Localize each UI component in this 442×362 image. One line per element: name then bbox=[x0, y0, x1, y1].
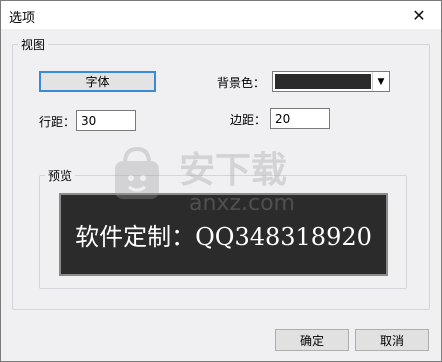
close-icon: ✕ bbox=[412, 5, 426, 25]
background-color-label: 背景色： bbox=[217, 76, 266, 90]
preview-text: 软件定制：QQ348318920 bbox=[75, 223, 372, 251]
ok-button-label: 确定 bbox=[299, 333, 324, 348]
close-button[interactable]: ✕ bbox=[397, 1, 441, 29]
preview-box: 软件定制：QQ348318920 bbox=[59, 193, 388, 276]
chevron-down-icon[interactable]: ▼ bbox=[372, 72, 389, 91]
title-bar: 选项 ✕ bbox=[1, 1, 441, 29]
font-button[interactable]: 字体 bbox=[39, 71, 156, 92]
cancel-button-label: 取消 bbox=[379, 333, 404, 348]
margin-input[interactable] bbox=[270, 108, 330, 129]
line-spacing-label: 行距： bbox=[39, 115, 76, 129]
background-color-select[interactable]: ▼ bbox=[272, 71, 390, 92]
cancel-button[interactable]: 取消 bbox=[355, 329, 429, 351]
line-spacing-input[interactable] bbox=[76, 110, 136, 131]
view-group-legend: 视图 bbox=[18, 36, 49, 53]
ok-button[interactable]: 确定 bbox=[275, 329, 349, 351]
background-color-swatch bbox=[275, 74, 371, 89]
font-button-label: 字体 bbox=[85, 75, 110, 89]
window-title: 选项 bbox=[9, 11, 36, 26]
margin-label: 边距： bbox=[230, 113, 267, 127]
options-dialog: 选项 ✕ 视图 字体 背景色： ▼ 行距： 边距： 预览 软件定制：QQ3483… bbox=[0, 0, 442, 362]
preview-group-legend: 预览 bbox=[45, 167, 76, 184]
